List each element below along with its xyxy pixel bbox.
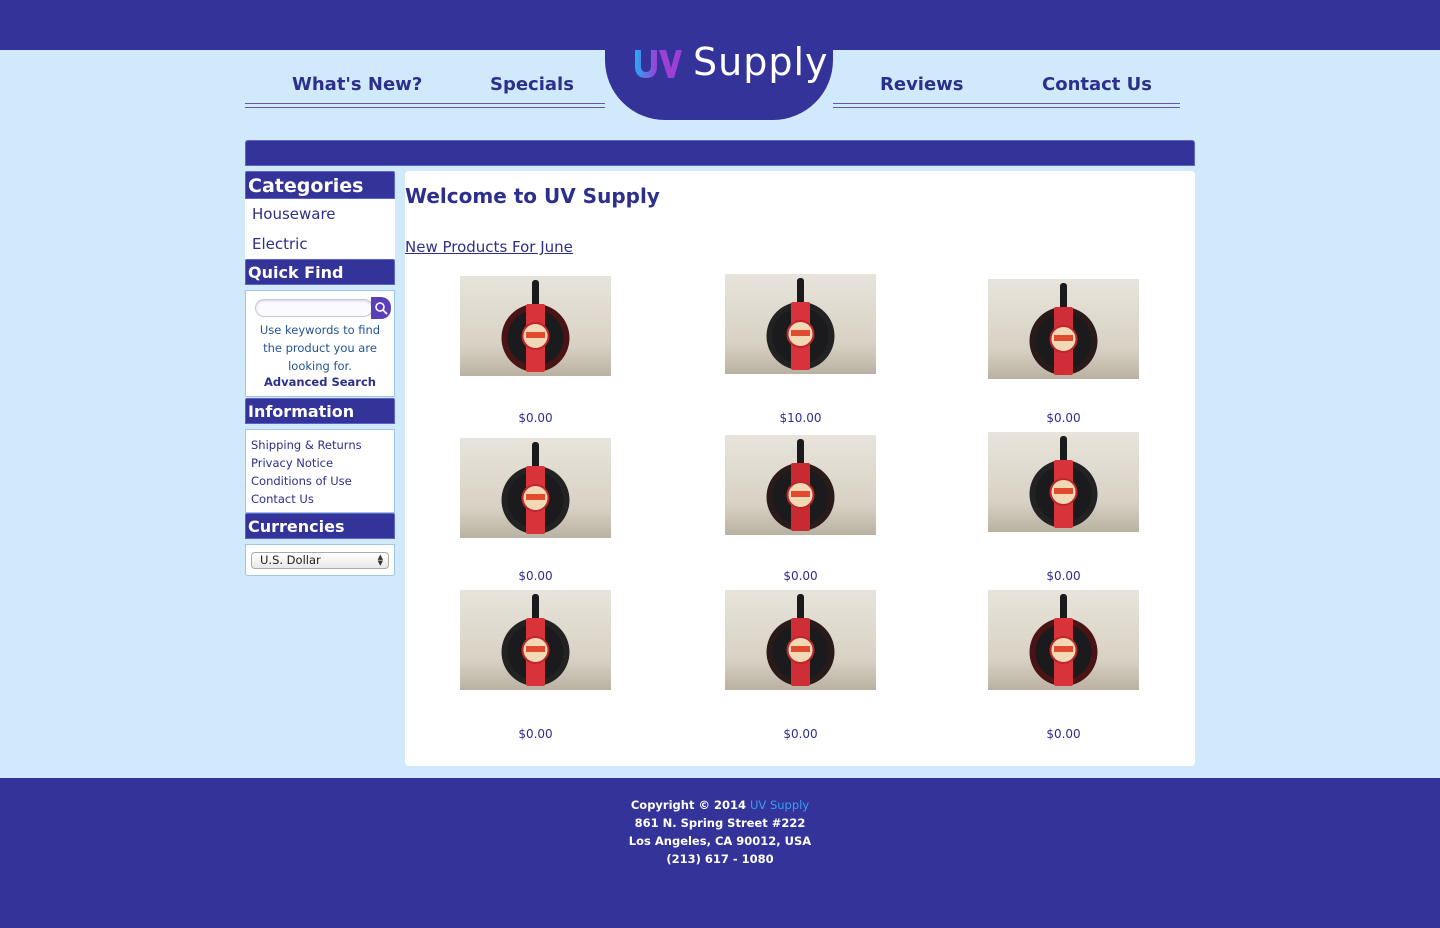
info-link-shipping-returns[interactable]: Shipping & Returns <box>251 438 362 452</box>
nav-specials[interactable]: Specials <box>490 74 574 95</box>
currencies-box: U.S. Dollar ▲ ▼ <box>245 544 395 576</box>
info-link-conditions-of-use[interactable]: Conditions of Use <box>251 474 352 488</box>
search-input[interactable] <box>255 299 373 317</box>
currency-selected-value: U.S. Dollar <box>260 553 321 567</box>
search-icon <box>375 302 388 315</box>
product-price: $10.00 <box>779 411 822 425</box>
nav-left: What's New? Specials <box>245 50 605 108</box>
new-products-link[interactable]: New Products For June <box>405 238 573 256</box>
product-price: $0.00 <box>1046 411 1081 425</box>
frying-pan-image[interactable] <box>988 279 1139 379</box>
page-title: Welcome to UV Supply <box>405 184 660 208</box>
product-price: $0.00 <box>783 569 818 583</box>
quick-find-heading: Quick Find <box>245 259 395 285</box>
currency-select[interactable]: U.S. Dollar ▲ ▼ <box>251 552 389 569</box>
frying-pan-image[interactable] <box>460 276 611 376</box>
copyright-text: Copyright © 2014 <box>630 798 746 812</box>
nav-rule-right <box>833 103 1180 108</box>
product-price: $0.00 <box>518 727 553 741</box>
frying-pan-image[interactable] <box>725 590 876 690</box>
footer-brand-link[interactable]: UV Supply <box>750 798 809 812</box>
nav-rule-left <box>245 103 605 108</box>
uv-logo-icon <box>635 50 682 78</box>
categories-heading: Categories <box>245 171 395 199</box>
banner-bar <box>245 140 1195 166</box>
brand-name: Supply <box>693 40 829 84</box>
nav-reviews[interactable]: Reviews <box>880 74 964 95</box>
search-button[interactable] <box>371 297 391 319</box>
frying-pan-image[interactable] <box>988 432 1139 532</box>
main-content: Welcome to UV Supply New Products For Ju… <box>405 171 1195 766</box>
product-price: $0.00 <box>518 411 553 425</box>
product-price: $0.00 <box>1046 569 1081 583</box>
information-heading: Information <box>245 398 395 424</box>
info-link-contact-us[interactable]: Contact Us <box>251 492 314 506</box>
nav-whats-new[interactable]: What's New? <box>292 74 422 95</box>
category-houseware[interactable]: Houseware <box>252 205 336 223</box>
search-bar <box>249 297 391 319</box>
frying-pan-image[interactable] <box>988 590 1139 690</box>
frying-pan-image[interactable] <box>460 590 611 690</box>
search-help-text: Use keywords to find the product you are… <box>259 323 381 373</box>
product-price: $0.00 <box>518 569 553 583</box>
quick-find-box: Use keywords to find the product you are… <box>245 290 395 397</box>
frying-pan-image[interactable] <box>725 274 876 374</box>
frying-pan-image[interactable] <box>725 435 876 535</box>
footer: Copyright © 2014 UV Supply 861 N. Spring… <box>0 778 1440 928</box>
frying-pan-image[interactable] <box>460 438 611 538</box>
select-arrows-icon: ▲ ▼ <box>377 553 383 567</box>
footer-address-line2: Los Angeles, CA 90012, USA <box>628 834 812 848</box>
product-price: $0.00 <box>783 727 818 741</box>
footer-address-line1: 861 N. Spring Street #222 <box>634 816 806 830</box>
nav-right: Reviews Contact Us <box>833 50 1180 108</box>
category-electric[interactable]: Electric <box>252 235 308 253</box>
information-box: Shipping & Returns Privacy Notice Condit… <box>245 429 395 513</box>
info-link-privacy-notice[interactable]: Privacy Notice <box>251 456 333 470</box>
advanced-search-link[interactable]: Advanced Search <box>246 375 394 389</box>
nav-contact-us[interactable]: Contact Us <box>1042 74 1152 95</box>
footer-copyright: Copyright © 2014 UV Supply <box>0 798 1440 812</box>
currencies-heading: Currencies <box>245 513 395 539</box>
product-price: $0.00 <box>1046 727 1081 741</box>
categories-box: Houseware Electric <box>245 199 395 259</box>
logo[interactable]: Supply <box>605 30 833 120</box>
footer-phone: (213) 617 - 1080 <box>666 852 774 866</box>
